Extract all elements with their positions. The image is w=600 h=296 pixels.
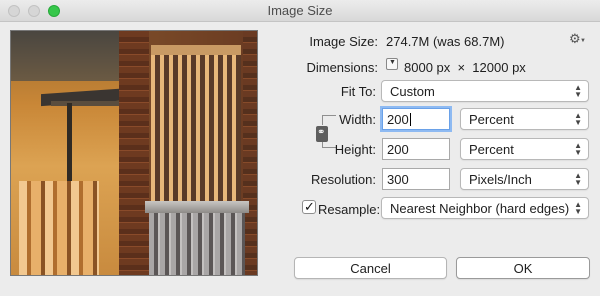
fit-to-label: Fit To: [340,84,376,99]
resample-method-value: Nearest Neighbor (hard edges) [390,201,570,216]
height-label: Height: [334,142,376,157]
height-input[interactable]: 200 [382,138,450,160]
dimensions-value: 8000 px × 12000 px [404,60,526,75]
up-down-arrows-icon: ▲ ▼ [574,171,582,187]
height-unit-value: Percent [469,142,514,157]
chain-link-icon[interactable]: ⚭ [316,126,328,142]
resample-checkbox[interactable]: ✓ [302,199,316,214]
checkmark-icon: ✓ [304,199,315,214]
up-down-arrows-icon: ▲ ▼ [574,141,582,157]
image-size-dialog: Image Size Image Size: 274.7M (was 68.7M… [0,0,600,296]
up-down-arrows-icon: ▲ ▼ [574,111,582,127]
triangle-down-icon[interactable]: ▼ [386,58,398,70]
fit-to-value: Custom [390,84,435,99]
height-unit-select[interactable]: Percent ▲ ▼ [460,138,589,160]
ok-button[interactable]: OK [456,257,590,279]
width-unit-select[interactable]: Percent ▲ ▼ [460,108,589,130]
resolution-input[interactable]: 300 [382,168,450,190]
dimensions-label: Dimensions: [306,60,378,75]
image-preview[interactable] [10,30,258,276]
title-bar: Image Size [0,0,600,22]
width-value: 200 [387,112,409,127]
resolution-unit-value: Pixels/Inch [469,172,532,187]
resample-method-select[interactable]: Nearest Neighbor (hard edges) ▲ ▼ [381,197,589,219]
resolution-label: Resolution: [310,172,376,187]
window-title: Image Size [267,3,333,18]
gear-menu-arrow-icon: ▼ [580,38,586,44]
width-label: Width: [339,112,376,127]
cancel-button[interactable]: Cancel [294,257,447,279]
resample-label[interactable]: Resample: [318,202,380,217]
image-size-label: Image Size: [309,34,378,49]
up-down-arrows-icon: ▲ ▼ [574,200,582,216]
image-size-value: 274.7M (was 68.7M) [386,34,505,49]
width-unit-value: Percent [469,112,514,127]
up-down-arrows-icon: ▲ ▼ [574,83,582,99]
resolution-unit-select[interactable]: Pixels/Inch ▲ ▼ [460,168,589,190]
fit-to-select[interactable]: Custom ▲ ▼ [381,80,589,102]
resolution-value: 300 [387,172,409,187]
height-value: 200 [387,142,409,157]
gear-icon[interactable]: ⚙ [569,31,581,47]
width-input[interactable]: 200 [382,108,450,130]
